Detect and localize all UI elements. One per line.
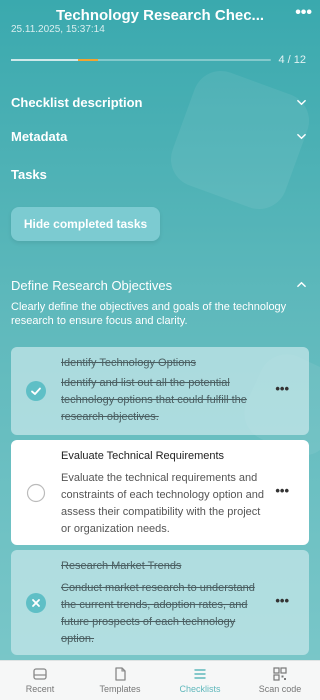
task-title: Research Market Trends (61, 560, 182, 572)
section-label: Metadata (11, 128, 68, 144)
tab-scan-code[interactable]: Scan code (240, 661, 320, 700)
task-more-icon[interactable]: ••• (275, 593, 289, 608)
tasks-heading: Tasks (11, 163, 306, 185)
checklist-description-section[interactable]: Checklist description (11, 91, 306, 113)
tab-label: Checklists (179, 684, 221, 694)
list-icon (194, 669, 206, 679)
task-more-icon[interactable]: ••• (275, 381, 289, 396)
task-card[interactable]: Research Market Trends Conduct market re… (11, 550, 309, 655)
more-options-icon[interactable]: ••• (295, 4, 312, 22)
document-icon (115, 667, 126, 681)
task-description: Evaluate the technical requirements and … (61, 472, 265, 535)
metadata-section[interactable]: Metadata (11, 125, 306, 147)
chevron-up-icon[interactable] (297, 280, 306, 289)
checklist-timestamp: 25.11.2025, 15:37:14 (11, 25, 105, 35)
task-title: Identify Technology Options (61, 357, 196, 369)
tab-recent[interactable]: Recent (0, 661, 80, 700)
progress-fill-accent (78, 59, 98, 61)
progress-count: 4 / 12 (278, 54, 306, 66)
task-card[interactable]: Evaluate Technical Requirements Evaluate… (11, 440, 309, 545)
qr-code-icon (273, 667, 287, 681)
section-label: Tasks (11, 166, 47, 182)
page-title: Technology Research Chec... (55, 7, 265, 24)
tab-checklists[interactable]: Checklists (160, 661, 240, 700)
bottom-tab-bar: Recent Templates Checklists Scan code (0, 660, 320, 700)
inbox-icon (33, 668, 47, 680)
tab-templates[interactable]: Templates (80, 661, 160, 700)
task-title: Evaluate Technical Requirements (61, 450, 225, 462)
cross-icon[interactable] (26, 593, 46, 613)
task-group-description: Clearly define the objectives and goals … (11, 301, 287, 327)
empty-circle-icon[interactable] (26, 483, 46, 503)
task-group-title[interactable]: Define Research Objectives (11, 278, 172, 293)
task-card[interactable]: Identify Technology Options Identify and… (11, 347, 309, 435)
chevron-down-icon (297, 133, 306, 139)
tab-label: Templates (99, 684, 141, 694)
task-description: Identify and list out all the potential … (61, 377, 247, 423)
progress-fill (11, 59, 271, 61)
progress-bar (11, 59, 271, 61)
task-more-icon[interactable]: ••• (275, 483, 289, 498)
tab-label: Scan code (258, 684, 302, 694)
chevron-down-icon (297, 99, 306, 105)
tab-label: Recent (25, 684, 55, 694)
check-icon[interactable] (26, 381, 46, 401)
section-label: Checklist description (11, 94, 143, 110)
progress-fill-complete (11, 59, 78, 61)
hide-completed-tasks-button[interactable]: Hide completed tasks (11, 207, 160, 241)
task-description: Conduct market research to understand th… (61, 582, 255, 645)
